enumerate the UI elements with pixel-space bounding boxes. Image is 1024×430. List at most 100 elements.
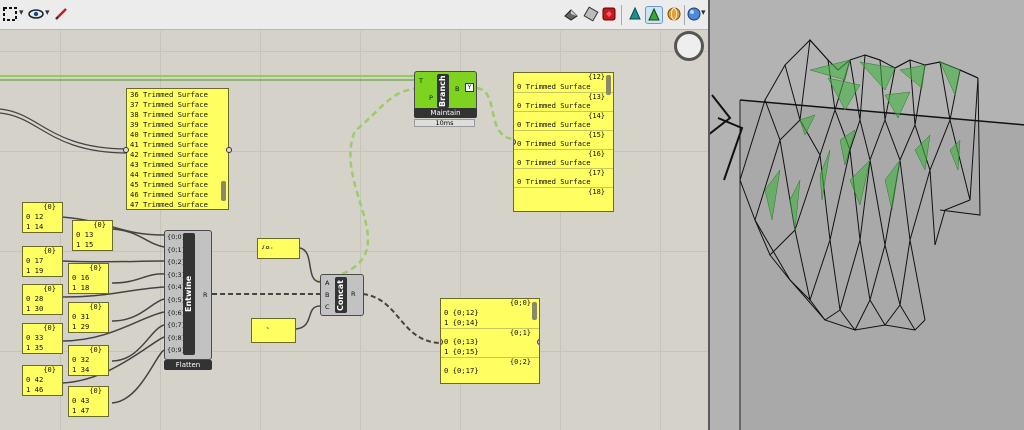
panel-row: 1 29 <box>72 322 90 331</box>
panel-output-grip[interactable] <box>537 339 539 345</box>
pair-header: {0} <box>43 285 56 293</box>
panel-scrollbar[interactable] <box>221 181 226 201</box>
pair-header: {0} <box>89 346 102 354</box>
navigation-compass-icon[interactable] <box>674 31 704 61</box>
concat-input-port[interactable]: C <box>325 303 330 311</box>
panel-row: 41 Trimmed Surface <box>130 140 208 149</box>
panel-row: 0 31 <box>72 312 90 321</box>
entwine-caption: Flatten <box>164 360 212 370</box>
preview-selected-icon[interactable] <box>645 6 663 24</box>
panel-row: 1 14 <box>26 222 44 231</box>
panel-row: 0 Trimmed Surface <box>517 101 591 110</box>
panel-row: 1 18 <box>72 283 90 292</box>
panel-row: 0 33 <box>26 333 44 342</box>
value-pair-panel[interactable]: {0} 0 13 1 15 <box>72 220 113 251</box>
panel-row: 42 Trimmed Surface <box>130 150 208 159</box>
pair-header: {0} <box>89 303 102 311</box>
value-pair-panel[interactable]: {0} 0 16 1 18 <box>68 263 109 294</box>
surfaces-panel[interactable]: 36 Trimmed Surface 37 Trimmed Surface 38 T… <box>123 88 232 210</box>
panel-row: 46 Trimmed Surface <box>130 190 208 199</box>
concat-a-panel[interactable]: {0; <box>257 238 300 259</box>
branch-header: {15} <box>514 130 613 139</box>
preview-shaded-icon[interactable] <box>563 6 579 24</box>
value-pair-panel[interactable]: {0} 0 43 1 47 <box>68 386 109 417</box>
panel-row: 0 Trimmed Surface <box>517 82 591 91</box>
value-pair-panel[interactable]: {0} 0 12 1 14 <box>22 202 63 233</box>
panel-output-grip[interactable] <box>226 147 232 153</box>
viewport-geometry <box>710 0 1024 430</box>
panel-row: 43 Trimmed Surface <box>130 160 208 169</box>
panel-row: 45 Trimmed Surface <box>130 180 208 189</box>
sphere-icon[interactable] <box>666 6 682 24</box>
panel-row: 0 17 <box>26 256 44 265</box>
panel-row: 1 30 <box>26 304 44 313</box>
panel-row: 1 46 <box>26 385 44 394</box>
branch-output-b[interactable]: B <box>455 85 459 93</box>
panel-row: 0 {0;17} <box>444 366 479 375</box>
concat-output-panel[interactable]: {0;0} 0 {0;12} 1 {0;14} {0;1} 0 {0;13} 1 {0;1… <box>440 298 540 384</box>
value-pair-panel[interactable]: {0} 0 33 1 35 <box>22 323 63 354</box>
panel-scrollbar[interactable] <box>532 302 537 320</box>
preview-off-icon[interactable] <box>601 6 617 24</box>
panel-row: 0 Trimmed Surface <box>517 177 591 186</box>
value-pair-panel[interactable]: {0} 0 31 1 29 <box>68 302 109 333</box>
panel-row: 47 Trimmed Surface <box>130 200 208 209</box>
panel-row: 0 12 <box>26 212 44 221</box>
panel-row: 0 {0;13} <box>444 337 479 346</box>
entwine-output-r[interactable]: R <box>203 291 208 299</box>
rhino-viewport[interactable] <box>708 0 1024 430</box>
panel-row: 1 47 <box>72 406 90 415</box>
panel-row: 39 Trimmed Surface <box>130 120 208 129</box>
panel-row: 0 28 <box>26 294 44 303</box>
panel-scrollbar[interactable] <box>606 75 611 95</box>
panel-row: 0 Trimmed Surface <box>517 139 591 148</box>
panel-row: 0 Trimmed Surface <box>517 158 591 167</box>
sketch-pen-icon[interactable] <box>53 6 69 24</box>
panel-row: 1 {0;15} <box>444 347 479 356</box>
panel-row: 1 35 <box>26 343 44 352</box>
branch-component[interactable]: T P Branch B Y <box>414 71 477 113</box>
panel-row: 38 Trimmed Surface <box>130 110 208 119</box>
concat-input-port[interactable]: B <box>325 291 329 299</box>
chevron-down-icon[interactable]: ▾ <box>45 8 50 18</box>
grasshopper-canvas[interactable]: 36 Trimmed Surface 37 Trimmed Surface 38 T… <box>0 31 708 430</box>
value-pair-panel[interactable]: {0} 0 32 1 34 <box>68 345 109 376</box>
branch-output-panel[interactable]: {12} 0 Trimmed Surface {13} 0 Trimmed Surfa… <box>513 72 614 212</box>
panel-row: 37 Trimmed Surface <box>130 100 208 109</box>
branch-timing: 10ms <box>414 119 475 127</box>
branch-input-t[interactable]: T <box>419 77 423 85</box>
zoom-extents-icon[interactable] <box>2 6 18 24</box>
pair-header: {0} <box>89 264 102 272</box>
panel-row <box>514 196 613 206</box>
bake-icon[interactable] <box>627 6 643 24</box>
panel-row: 0 16 <box>72 273 90 282</box>
branch-header: {17} <box>514 168 613 177</box>
concat-a-text: {0; <box>261 244 274 250</box>
concat-output-r[interactable]: R <box>351 290 356 298</box>
value-pair-panel[interactable]: {0} 0 17 1 19 <box>22 246 63 277</box>
globe-icon[interactable] <box>686 6 702 24</box>
value-pair-panel[interactable]: {0} 0 42 1 46 <box>22 365 63 396</box>
pair-header: {0} <box>43 247 56 255</box>
panel-row: 36 Trimmed Surface <box>130 90 208 99</box>
branch-flag-icon: Y <box>465 83 474 92</box>
value-pair-panel[interactable]: {0} 0 28 1 30 <box>22 284 63 315</box>
branch-input-p[interactable]: P <box>429 94 433 102</box>
concat-component[interactable]: ABC Concat R <box>320 274 364 316</box>
entwine-component[interactable]: {0;0} {0;1} {0;2} {0;3} {0;4} {0;5} {0;6} {0;7}… <box>164 230 212 360</box>
branch-header: {16} <box>514 149 613 158</box>
panel-input-grip[interactable] <box>123 147 129 153</box>
concat-c-panel[interactable]: } <box>251 318 296 343</box>
eye-icon[interactable] <box>28 6 44 24</box>
pair-header: {0} <box>43 203 56 211</box>
panel-row: 0 42 <box>26 375 44 384</box>
pair-header: {0} <box>93 221 106 229</box>
chevron-down-icon[interactable]: ▾ <box>19 8 24 18</box>
preview-wire-icon[interactable] <box>583 6 599 24</box>
panel-row: 0 Trimmed Surface <box>517 120 591 129</box>
concat-name: Concat <box>335 277 347 313</box>
concat-input-port[interactable]: A <box>325 279 329 287</box>
chevron-down-icon[interactable]: ▾ <box>701 8 706 18</box>
pair-header: {0} <box>43 324 56 332</box>
branch-header: {14} <box>514 111 613 120</box>
